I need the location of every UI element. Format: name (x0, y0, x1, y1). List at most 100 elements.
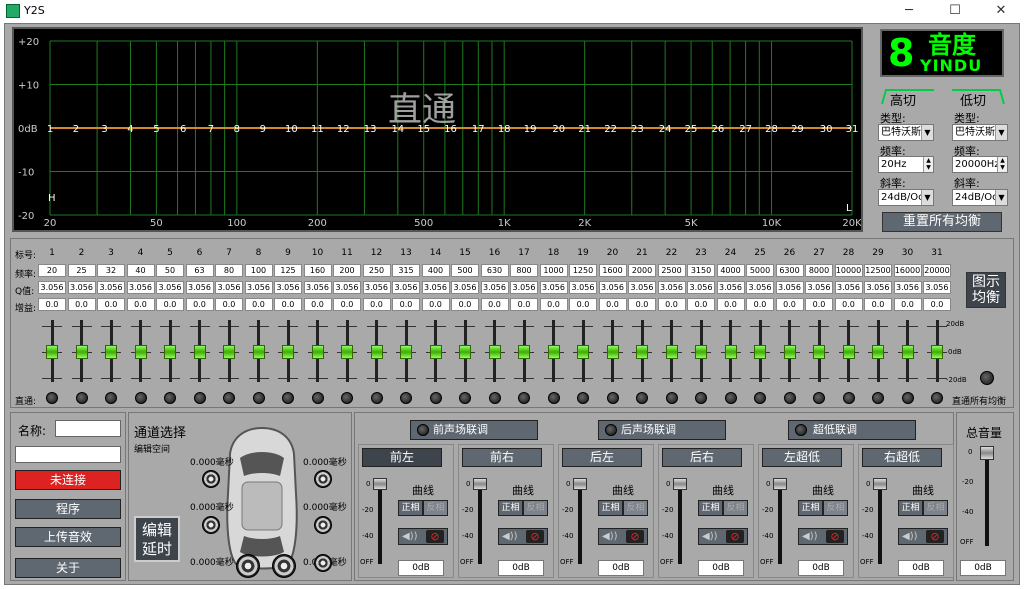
band-freq-field[interactable]: 12500 (864, 264, 892, 277)
channel-volume-track[interactable] (478, 480, 482, 564)
band-freq-field[interactable]: 100 (244, 264, 273, 277)
channel-db-value[interactable]: 0dB (398, 560, 444, 576)
band-bypass-led[interactable] (518, 392, 530, 404)
band-freq-field[interactable]: 160 (303, 264, 332, 277)
connection-status-button[interactable]: 未连接 (15, 470, 121, 490)
band-q-field[interactable]: 3.056 (421, 281, 450, 294)
phase-negative-button[interactable]: 反相 (723, 500, 748, 516)
band-gain-field[interactable]: 0.0 (126, 298, 155, 311)
band-bypass-led[interactable] (488, 392, 501, 404)
band-bypass-led[interactable] (105, 392, 117, 404)
band-bypass-led[interactable] (695, 392, 707, 404)
band-bypass-led[interactable] (783, 392, 796, 404)
band-gain-slider-knob[interactable] (488, 345, 501, 359)
reset-all-eq-button[interactable]: 重置所有均衡 (882, 212, 1002, 232)
phase-positive-button[interactable]: 正相 (398, 500, 423, 516)
band-gain-field[interactable]: 0.0 (923, 298, 951, 311)
band-freq-field[interactable]: 50 (156, 264, 184, 277)
phase-positive-button[interactable]: 正相 (598, 500, 623, 516)
band-gain-slider-knob[interactable] (459, 345, 471, 359)
band-freq-field[interactable]: 10000 (834, 264, 863, 277)
band-bypass-led[interactable] (872, 392, 884, 404)
upload-effect-button[interactable]: 上传音效 (15, 527, 121, 547)
band-gain-slider-knob[interactable] (577, 345, 589, 359)
about-button[interactable]: 关于 (15, 558, 121, 578)
band-gain-field[interactable]: 0.0 (274, 298, 302, 311)
band-gain-field[interactable]: 0.0 (215, 298, 243, 311)
band-gain-field[interactable]: 0.0 (303, 298, 332, 311)
band-freq-field[interactable]: 20 (38, 264, 66, 277)
graphic-eq-button[interactable]: 图示均衡 (966, 272, 1006, 308)
channel-db-value[interactable]: 0dB (498, 560, 544, 576)
channel-volume-track[interactable] (678, 480, 682, 564)
mute-toggle[interactable]: ◀)) ⊘ (798, 528, 848, 545)
mute-toggle[interactable]: ◀)) ⊘ (398, 528, 448, 545)
phase-negative-button[interactable]: 反相 (823, 500, 848, 516)
band-gain-field[interactable]: 0.0 (569, 298, 597, 311)
band-gain-field[interactable]: 0.0 (185, 298, 214, 311)
band-gain-slider-knob[interactable] (370, 345, 383, 359)
band-q-field[interactable]: 3.056 (156, 281, 184, 294)
band-gain-field[interactable]: 0.0 (421, 298, 450, 311)
band-gain-slider-knob[interactable] (931, 345, 943, 359)
band-gain-field[interactable]: 0.0 (510, 298, 538, 311)
phase-negative-button[interactable]: 反相 (623, 500, 648, 516)
band-gain-slider-knob[interactable] (252, 345, 265, 359)
band-q-field[interactable]: 3.056 (628, 281, 656, 294)
band-freq-field[interactable]: 400 (421, 264, 450, 277)
band-gain-slider-knob[interactable] (193, 345, 206, 359)
band-freq-field[interactable]: 5000 (746, 264, 774, 277)
band-gain-field[interactable]: 0.0 (451, 298, 479, 311)
maximize-button[interactable]: ☐ (932, 0, 978, 22)
mute-toggle[interactable]: ◀)) ⊘ (598, 528, 648, 545)
band-bypass-led[interactable] (901, 392, 914, 404)
channel-db-value[interactable]: 0dB (798, 560, 844, 576)
band-bypass-led[interactable] (252, 392, 265, 404)
phase-positive-button[interactable]: 正相 (698, 500, 723, 516)
band-freq-field[interactable]: 1250 (569, 264, 597, 277)
band-q-field[interactable]: 3.056 (775, 281, 804, 294)
mute-toggle[interactable]: ◀)) ⊘ (498, 528, 548, 545)
band-gain-slider-knob[interactable] (754, 345, 766, 359)
channel-volume-knob[interactable] (673, 478, 687, 490)
band-q-field[interactable]: 3.056 (333, 281, 361, 294)
band-q-field[interactable]: 3.056 (598, 281, 627, 294)
band-bypass-led[interactable] (223, 392, 235, 404)
master-volume-knob[interactable] (980, 446, 994, 460)
band-bypass-led[interactable] (459, 392, 471, 404)
channel-volume-knob[interactable] (573, 478, 587, 490)
band-bypass-led[interactable] (577, 392, 589, 404)
band-bypass-led[interactable] (754, 392, 766, 404)
band-bypass-led[interactable] (164, 392, 176, 404)
speaker-front-left-icon[interactable] (202, 470, 220, 488)
channel-db-value[interactable]: 0dB (698, 560, 744, 576)
band-q-field[interactable]: 3.056 (244, 281, 273, 294)
band-freq-field[interactable]: 315 (392, 264, 420, 277)
band-q-field[interactable]: 3.056 (126, 281, 155, 294)
highcut-slope-select[interactable]: 24dB/Oct ▼ (878, 189, 934, 206)
band-bypass-led[interactable] (547, 392, 560, 404)
band-q-field[interactable]: 3.056 (392, 281, 420, 294)
channel-db-value[interactable]: 0dB (598, 560, 644, 576)
band-freq-field[interactable]: 125 (274, 264, 302, 277)
band-q-field[interactable]: 3.056 (687, 281, 715, 294)
spinner-arrows-icon[interactable]: ▲ ▼ (923, 157, 933, 172)
band-bypass-led[interactable] (282, 392, 294, 404)
band-gain-field[interactable]: 0.0 (333, 298, 361, 311)
band-bypass-led[interactable] (842, 392, 855, 404)
band-gain-field[interactable]: 0.0 (598, 298, 627, 311)
band-gain-field[interactable]: 0.0 (657, 298, 686, 311)
band-q-field[interactable]: 3.056 (215, 281, 243, 294)
subwoofer-left-icon[interactable] (236, 554, 260, 578)
band-q-field[interactable]: 3.056 (38, 281, 66, 294)
band-freq-field[interactable]: 8000 (805, 264, 833, 277)
band-gain-slider-knob[interactable] (341, 345, 353, 359)
band-gain-field[interactable]: 0.0 (156, 298, 184, 311)
band-gain-field[interactable]: 0.0 (775, 298, 804, 311)
band-freq-field[interactable]: 80 (215, 264, 243, 277)
phase-positive-button[interactable]: 正相 (898, 500, 923, 516)
band-gain-slider-knob[interactable] (724, 345, 737, 359)
channel-volume-track[interactable] (578, 480, 582, 564)
band-bypass-led[interactable] (134, 392, 147, 404)
close-button[interactable]: ✕ (978, 0, 1024, 22)
